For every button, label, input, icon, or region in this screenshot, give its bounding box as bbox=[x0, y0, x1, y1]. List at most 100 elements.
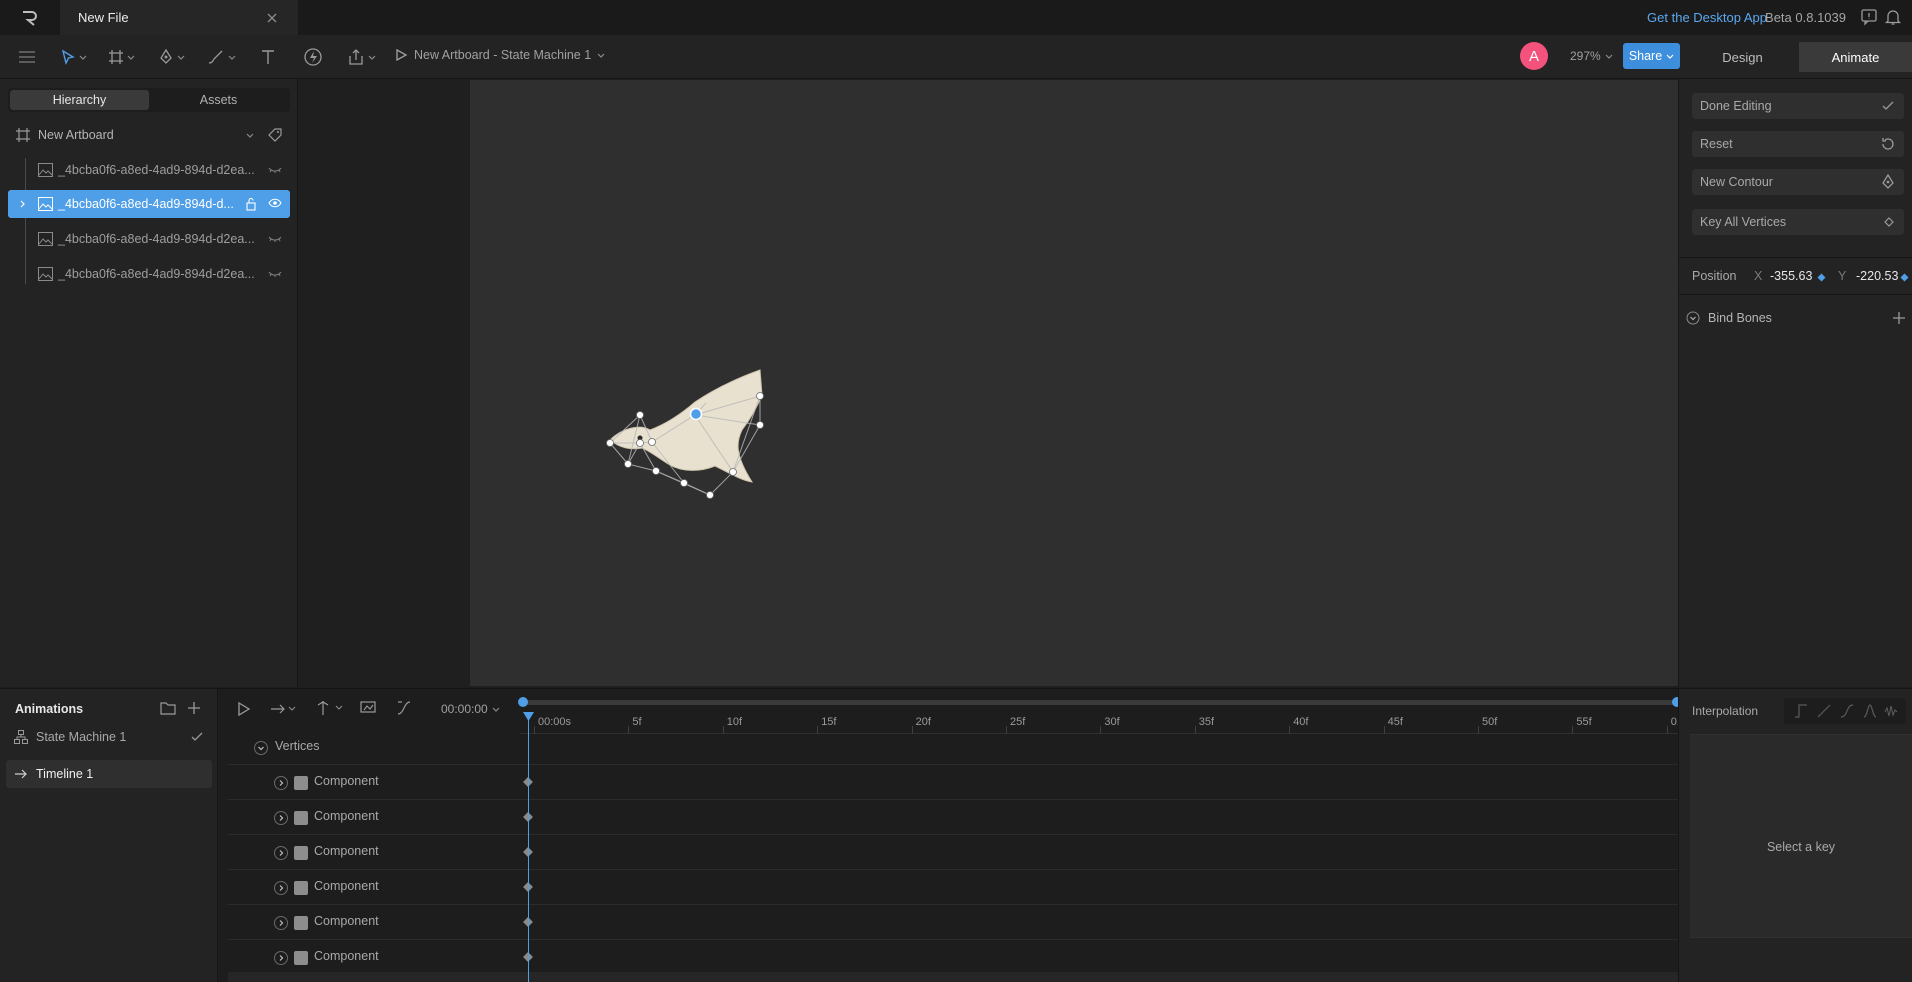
state-machine-label: State Machine 1 bbox=[36, 730, 127, 744]
chevron-right-circle-icon[interactable] bbox=[274, 776, 288, 790]
bell-icon[interactable] bbox=[1884, 8, 1902, 26]
layer-row-selected[interactable]: _4bcba0f6-a8ed-4ad9-894d-d... bbox=[8, 190, 290, 218]
linear-curve-icon[interactable] bbox=[1817, 704, 1831, 718]
chevron-right-circle-icon[interactable] bbox=[274, 846, 288, 860]
chevron-right-circle-icon[interactable] bbox=[274, 811, 288, 825]
loop-mode-icon[interactable] bbox=[270, 704, 296, 714]
scrub-start-handle[interactable] bbox=[518, 697, 528, 707]
layer-row[interactable]: _4bcba0f6-a8ed-4ad9-894d-d2ea... bbox=[8, 260, 290, 288]
reset-button[interactable]: Reset bbox=[1692, 131, 1904, 157]
key-all-vertices-button[interactable]: Key All Vertices bbox=[1692, 209, 1904, 235]
bird-mesh bbox=[606, 369, 764, 499]
selected-vertex bbox=[689, 407, 703, 421]
share-button[interactable]: Share bbox=[1623, 43, 1680, 69]
component-row[interactable]: Component bbox=[228, 765, 1678, 800]
avatar[interactable]: A bbox=[1520, 42, 1548, 70]
cursor-icon bbox=[61, 49, 75, 65]
vertices-label: Vertices bbox=[275, 739, 320, 753]
close-icon[interactable] bbox=[262, 8, 282, 28]
animate-mode-button[interactable]: Animate bbox=[1799, 42, 1912, 72]
plus-icon bbox=[1893, 312, 1905, 324]
time-value: 00:00:00 bbox=[441, 702, 488, 716]
tick-label: 50f bbox=[1482, 716, 1498, 728]
graph-editor-icon[interactable] bbox=[360, 700, 376, 716]
cubic-curve-icon[interactable] bbox=[1840, 704, 1854, 718]
x-value-input[interactable]: -355.63 bbox=[1770, 269, 1812, 283]
interpolation-types bbox=[1784, 698, 1906, 724]
bounce-curve-icon[interactable] bbox=[1884, 704, 1898, 718]
playhead[interactable] bbox=[528, 712, 529, 982]
zoom-value: 297% bbox=[1570, 49, 1601, 63]
bone-tool[interactable] bbox=[303, 45, 323, 69]
artboard-canvas[interactable] bbox=[470, 80, 1678, 686]
layer-row[interactable]: _4bcba0f6-a8ed-4ad9-894d-d2ea... bbox=[8, 225, 290, 253]
snap-icon[interactable] bbox=[315, 700, 343, 716]
eye-closed-icon bbox=[268, 271, 282, 277]
state-machine-item[interactable]: State Machine 1 bbox=[14, 730, 203, 744]
chevron-down-icon bbox=[1605, 54, 1613, 59]
component-row-partial bbox=[228, 972, 1678, 982]
timeline-item[interactable]: Timeline 1 bbox=[6, 760, 212, 788]
component-label: Component bbox=[314, 879, 379, 893]
export-tool[interactable] bbox=[347, 45, 376, 69]
vertices-group-row[interactable]: Vertices bbox=[228, 730, 1678, 765]
tick-label: 55f bbox=[1576, 716, 1592, 728]
select-tool[interactable] bbox=[60, 45, 87, 69]
image-icon bbox=[38, 267, 53, 281]
desktop-app-link[interactable]: Get the Desktop App bbox=[1647, 10, 1767, 25]
component-row[interactable]: Component bbox=[228, 870, 1678, 905]
rive-logo-icon[interactable] bbox=[0, 0, 60, 35]
done-editing-label: Done Editing bbox=[1700, 99, 1772, 113]
timeline-scrubber[interactable] bbox=[520, 697, 1678, 707]
playhead-handle[interactable] bbox=[523, 712, 534, 722]
component-row[interactable]: Component bbox=[228, 800, 1678, 835]
folder-icon[interactable] bbox=[160, 701, 176, 715]
pen-icon bbox=[1882, 174, 1894, 189]
chevron-down-circle-icon[interactable] bbox=[254, 741, 268, 755]
tab-assets[interactable]: Assets bbox=[149, 90, 288, 110]
chevron-right-circle-icon[interactable] bbox=[274, 916, 288, 930]
y-value-input[interactable]: -220.53 bbox=[1856, 269, 1898, 283]
text-tool[interactable] bbox=[260, 45, 276, 69]
component-swatch bbox=[294, 881, 308, 895]
feedback-icon[interactable] bbox=[1860, 8, 1878, 26]
key-all-vertices-label: Key All Vertices bbox=[1700, 215, 1787, 229]
brush-icon bbox=[208, 50, 223, 64]
tab-hierarchy[interactable]: Hierarchy bbox=[10, 90, 149, 110]
tag-icon bbox=[268, 128, 282, 142]
layer-row[interactable]: _4bcba0f6-a8ed-4ad9-894d-d2ea... bbox=[8, 156, 290, 184]
breadcrumb-label: New Artboard - State Machine 1 bbox=[414, 48, 592, 62]
zoom-select[interactable]: 297% bbox=[1570, 49, 1613, 63]
component-row[interactable]: Component bbox=[228, 940, 1678, 975]
mode-switch: Design Animate bbox=[1686, 42, 1912, 72]
tick-label: 5f bbox=[632, 716, 642, 728]
component-label: Component bbox=[314, 949, 379, 963]
done-editing-button[interactable]: Done Editing bbox=[1692, 93, 1904, 119]
lightning-icon bbox=[304, 48, 322, 66]
curve-icon[interactable] bbox=[396, 700, 412, 716]
artboard-row[interactable]: New Artboard bbox=[16, 124, 288, 146]
menu-icon[interactable] bbox=[18, 45, 36, 69]
breadcrumb[interactable]: New Artboard - State Machine 1 bbox=[394, 48, 605, 62]
component-label: Component bbox=[314, 774, 379, 788]
design-mode-button[interactable]: Design bbox=[1686, 42, 1799, 72]
reset-label: Reset bbox=[1700, 137, 1733, 151]
chevron-right-circle-icon[interactable] bbox=[274, 951, 288, 965]
artboard-tool[interactable] bbox=[108, 45, 135, 69]
pen-tool[interactable] bbox=[158, 45, 185, 69]
bind-bones-row[interactable]: Bind Bones bbox=[1686, 308, 1906, 328]
chevron-right-circle-icon[interactable] bbox=[274, 881, 288, 895]
state-machine-icon bbox=[14, 730, 28, 744]
component-row[interactable]: Component bbox=[228, 905, 1678, 940]
play-icon[interactable] bbox=[236, 701, 252, 717]
elastic-curve-icon[interactable] bbox=[1863, 704, 1877, 718]
shape-tool[interactable] bbox=[207, 45, 236, 69]
hold-curve-icon[interactable] bbox=[1794, 704, 1808, 718]
component-swatch bbox=[294, 951, 308, 965]
animations-title: Animations bbox=[15, 702, 84, 716]
new-contour-button[interactable]: New Contour bbox=[1692, 169, 1904, 195]
component-row[interactable]: Component bbox=[228, 835, 1678, 870]
time-display[interactable]: 00:00:00 bbox=[441, 702, 500, 716]
artboard-name: New Artboard bbox=[38, 128, 114, 142]
plus-icon[interactable] bbox=[187, 701, 201, 715]
